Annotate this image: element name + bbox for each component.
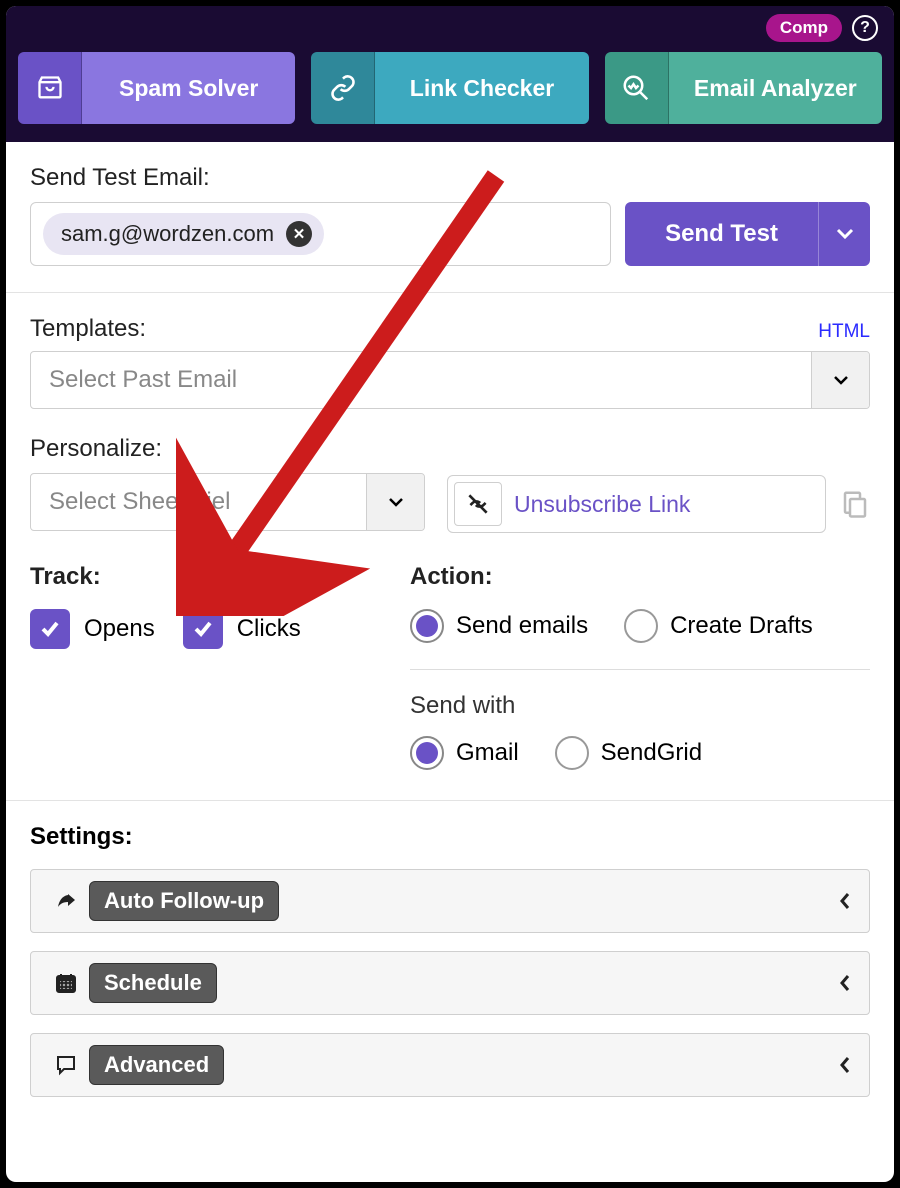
send-test-row: sam.g@wordzen.com ✕ Send Test bbox=[30, 202, 870, 266]
share-arrow-icon bbox=[49, 889, 83, 913]
schedule-accordion[interactable]: Schedule bbox=[30, 951, 870, 1015]
send-test-button[interactable]: Send Test bbox=[625, 202, 870, 266]
track-clicks-checkbox[interactable]: Clicks bbox=[183, 609, 301, 649]
checkbox-checked-icon bbox=[30, 609, 70, 649]
chevron-down-icon[interactable] bbox=[811, 352, 869, 408]
send-test-label: Send Test Email: bbox=[30, 164, 870, 192]
chevron-left-icon bbox=[839, 974, 851, 992]
link-icon bbox=[311, 52, 375, 124]
template-select-placeholder: Select Past Email bbox=[31, 352, 811, 408]
spam-solver-button[interactable]: Spam Solver bbox=[18, 52, 295, 124]
chevron-down-icon[interactable] bbox=[366, 474, 424, 530]
chevron-left-icon bbox=[839, 892, 851, 910]
create-drafts-label: Create Drafts bbox=[670, 612, 813, 640]
gmail-label: Gmail bbox=[456, 739, 519, 767]
chevron-left-icon bbox=[839, 1056, 851, 1074]
send-test-caret[interactable] bbox=[818, 202, 870, 266]
email-analyzer-label: Email Analyzer bbox=[669, 52, 882, 124]
unsubscribe-link-label: Unsubscribe Link bbox=[514, 491, 690, 518]
comp-badge[interactable]: Comp bbox=[766, 14, 842, 42]
personalize-label: Personalize: bbox=[30, 435, 425, 463]
clicks-label: Clicks bbox=[237, 615, 301, 643]
html-link[interactable]: HTML bbox=[818, 321, 870, 343]
email-chip-text: sam.g@wordzen.com bbox=[61, 221, 274, 247]
opens-label: Opens bbox=[84, 615, 155, 643]
remove-chip-icon[interactable]: ✕ bbox=[286, 221, 312, 247]
send-with-sendgrid-radio[interactable]: SendGrid bbox=[555, 736, 702, 770]
spam-solver-label: Spam Solver bbox=[82, 52, 295, 124]
email-analyzer-button[interactable]: Email Analyzer bbox=[605, 52, 882, 124]
schedule-label: Schedule bbox=[89, 963, 217, 1003]
send-with-label: Send with bbox=[410, 692, 870, 720]
track-label: Track: bbox=[30, 563, 400, 591]
radio-selected-icon bbox=[410, 609, 444, 643]
sendgrid-label: SendGrid bbox=[601, 739, 702, 767]
action-column: Action: Send emails Create Drafts Send w… bbox=[410, 563, 870, 770]
track-column: Track: Opens Clicks bbox=[30, 563, 400, 770]
divider bbox=[6, 292, 894, 293]
send-test-button-label: Send Test bbox=[625, 202, 818, 266]
radio-unselected-icon bbox=[624, 609, 658, 643]
templates-label: Templates: bbox=[30, 315, 146, 343]
template-select[interactable]: Select Past Email bbox=[30, 351, 870, 409]
personalize-select[interactable]: Select Sheet Fiel bbox=[30, 473, 425, 531]
radio-selected-icon bbox=[410, 736, 444, 770]
auto-followup-label: Auto Follow-up bbox=[89, 881, 279, 921]
radio-unselected-icon bbox=[555, 736, 589, 770]
send-emails-label: Send emails bbox=[456, 612, 588, 640]
advanced-label: Advanced bbox=[89, 1045, 224, 1085]
send-with-gmail-radio[interactable]: Gmail bbox=[410, 736, 519, 770]
divider bbox=[410, 669, 870, 670]
personalize-section: Personalize: Select Sheet Fiel Unsubscri… bbox=[30, 435, 870, 533]
app-frame: Comp ? Spam Solver Link Checker Email bbox=[6, 6, 894, 1182]
copy-icon[interactable] bbox=[840, 489, 870, 519]
link-checker-label: Link Checker bbox=[375, 52, 588, 124]
action-create-drafts-radio[interactable]: Create Drafts bbox=[624, 609, 813, 643]
personalize-placeholder: Select Sheet Fiel bbox=[31, 474, 366, 530]
auto-followup-accordion[interactable]: Auto Follow-up bbox=[30, 869, 870, 933]
unlink-icon bbox=[454, 482, 502, 526]
templates-section: Templates: HTML Select Past Email bbox=[30, 315, 870, 409]
chat-icon bbox=[49, 1053, 83, 1077]
advanced-accordion[interactable]: Advanced bbox=[30, 1033, 870, 1097]
divider bbox=[6, 800, 894, 801]
topbar-badges: Comp ? bbox=[18, 6, 882, 52]
tool-row: Spam Solver Link Checker Email Analyzer bbox=[18, 52, 882, 124]
unsubscribe-box[interactable]: Unsubscribe Link bbox=[447, 475, 826, 533]
main-panel: Send Test Email: sam.g@wordzen.com ✕ Sen… bbox=[6, 142, 894, 1182]
checkbox-checked-icon bbox=[183, 609, 223, 649]
test-email-input[interactable]: sam.g@wordzen.com ✕ bbox=[30, 202, 611, 266]
link-checker-button[interactable]: Link Checker bbox=[311, 52, 588, 124]
topbar: Comp ? Spam Solver Link Checker Email bbox=[6, 6, 894, 142]
settings-section: Settings: Auto Follow-up Schedule bbox=[30, 823, 870, 1097]
inbox-icon bbox=[18, 52, 82, 124]
action-label: Action: bbox=[410, 563, 870, 591]
settings-label: Settings: bbox=[30, 823, 870, 851]
calendar-icon bbox=[49, 971, 83, 995]
track-action-row: Track: Opens Clicks bbox=[30, 563, 870, 770]
help-icon[interactable]: ? bbox=[852, 15, 878, 41]
track-opens-checkbox[interactable]: Opens bbox=[30, 609, 155, 649]
action-send-emails-radio[interactable]: Send emails bbox=[410, 609, 588, 643]
email-chip[interactable]: sam.g@wordzen.com ✕ bbox=[43, 213, 324, 255]
analyzer-icon bbox=[605, 52, 669, 124]
